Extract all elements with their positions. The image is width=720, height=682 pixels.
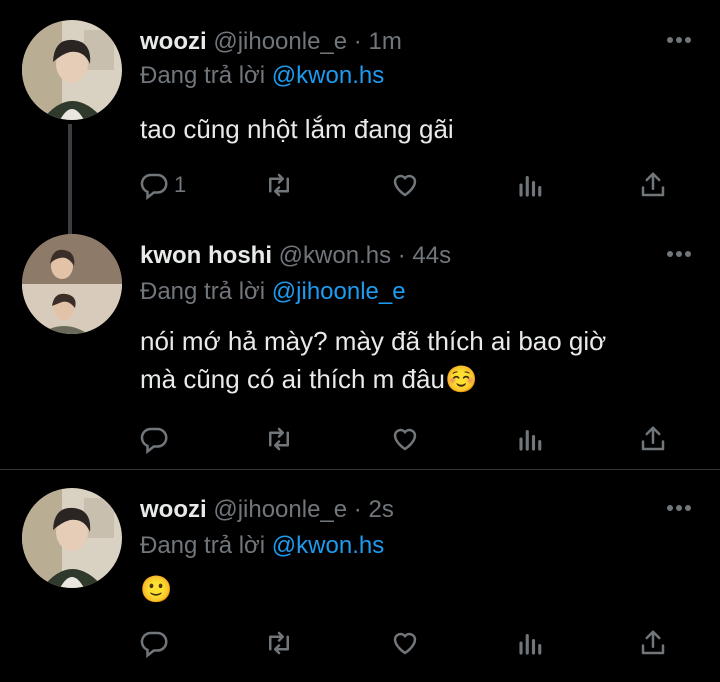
tweet-text-line: mà cũng có ai thích m đâu☺️: [140, 364, 478, 394]
reply-count: 1: [174, 172, 187, 197]
reply-button[interactable]: [140, 422, 174, 456]
tweet-1[interactable]: woozi @jihoonle_e · 1m Đang trả lời @kwo…: [0, 0, 720, 230]
share-button[interactable]: [638, 168, 668, 202]
views-icon: [519, 175, 542, 197]
reply-icon: [140, 427, 168, 454]
tweet-header: kwon hoshi @kwon.hs · 44s: [140, 242, 451, 270]
like-icon: [393, 174, 417, 197]
tweet-header: woozi @jihoonle_e · 2s: [140, 496, 394, 524]
user-handle[interactable]: @kwon.hs: [279, 242, 391, 269]
tweet-text-line: tao cũng nhột lắm đang gãi: [140, 114, 454, 144]
avatar-kwon-hoshi[interactable]: [22, 234, 122, 334]
separator-dot: ·: [353, 496, 362, 523]
more-icon[interactable]: [666, 36, 692, 44]
retweet-button[interactable]: [264, 422, 294, 456]
tweet-text: nói mớ hả mày? mày đã thích ai bao giờ m…: [140, 322, 700, 398]
timestamp[interactable]: 2s: [368, 496, 393, 523]
retweet-button[interactable]: [264, 626, 294, 660]
avatar-woozi[interactable]: [22, 488, 122, 588]
more-icon[interactable]: [666, 504, 692, 512]
share-button[interactable]: [638, 626, 668, 660]
share-icon: [641, 172, 665, 197]
tweet-2[interactable]: kwon hoshi @kwon.hs · 44s Đang trả lời @…: [0, 230, 720, 468]
mention-link[interactable]: @jihoonle_e: [272, 278, 406, 305]
share-icon: [641, 630, 665, 655]
reply-button[interactable]: 1: [140, 168, 186, 202]
views-button[interactable]: [516, 168, 546, 202]
views-icon: [519, 633, 542, 655]
separator-dot: ·: [353, 28, 362, 55]
like-icon: [393, 632, 417, 655]
timestamp[interactable]: 44s: [412, 242, 451, 269]
like-button[interactable]: [390, 626, 420, 660]
retweet-icon: [269, 173, 289, 197]
tweet-header: woozi @jihoonle_e · 1m: [140, 28, 402, 56]
tweet-text: tao cũng nhột lắm đang gãi: [140, 110, 700, 148]
share-button[interactable]: [638, 422, 668, 456]
retweet-icon: [269, 631, 289, 655]
timestamp[interactable]: 1m: [368, 28, 401, 55]
replying-prefix: Đang trả lời: [140, 62, 266, 89]
display-name[interactable]: kwon hoshi: [140, 242, 272, 269]
like-button[interactable]: [390, 422, 420, 456]
views-icon: [519, 429, 542, 451]
replying-prefix: Đang trả lời: [140, 532, 266, 559]
more-icon[interactable]: [666, 250, 692, 258]
display-name[interactable]: woozi: [140, 28, 207, 55]
retweet-button[interactable]: [264, 168, 294, 202]
replying-to: Đang trả lời @kwon.hs: [140, 532, 384, 560]
action-bar: 1: [140, 168, 680, 202]
like-icon: [393, 428, 417, 451]
tweet-text-line: nói mớ hả mày? mày đã thích ai bao giờ: [140, 326, 607, 356]
tweet-3[interactable]: woozi @jihoonle_e · 2s Đang trả lời @kwo…: [0, 470, 720, 682]
mention-link[interactable]: @kwon.hs: [272, 62, 384, 89]
tweet-text-line: 🙂: [140, 574, 173, 604]
action-bar: [140, 626, 680, 660]
reply-button[interactable]: [140, 626, 174, 660]
user-handle[interactable]: @jihoonle_e: [213, 28, 347, 55]
like-button[interactable]: [390, 168, 420, 202]
action-bar: [140, 422, 680, 456]
user-handle[interactable]: @jihoonle_e: [213, 496, 347, 523]
separator-dot: ·: [397, 242, 406, 269]
share-icon: [641, 426, 665, 451]
retweet-icon: [269, 427, 289, 451]
replying-prefix: Đang trả lời: [140, 278, 266, 305]
display-name[interactable]: woozi: [140, 496, 207, 523]
views-button[interactable]: [516, 626, 546, 660]
views-button[interactable]: [516, 422, 546, 456]
reply-icon: [140, 173, 168, 200]
mention-link[interactable]: @kwon.hs: [272, 532, 384, 559]
replying-to: Đang trả lời @jihoonle_e: [140, 278, 406, 306]
reply-icon: [140, 631, 168, 658]
tweet-text: 🙂: [140, 570, 700, 608]
avatar-woozi[interactable]: [22, 20, 122, 120]
replying-to: Đang trả lời @kwon.hs: [140, 62, 384, 90]
